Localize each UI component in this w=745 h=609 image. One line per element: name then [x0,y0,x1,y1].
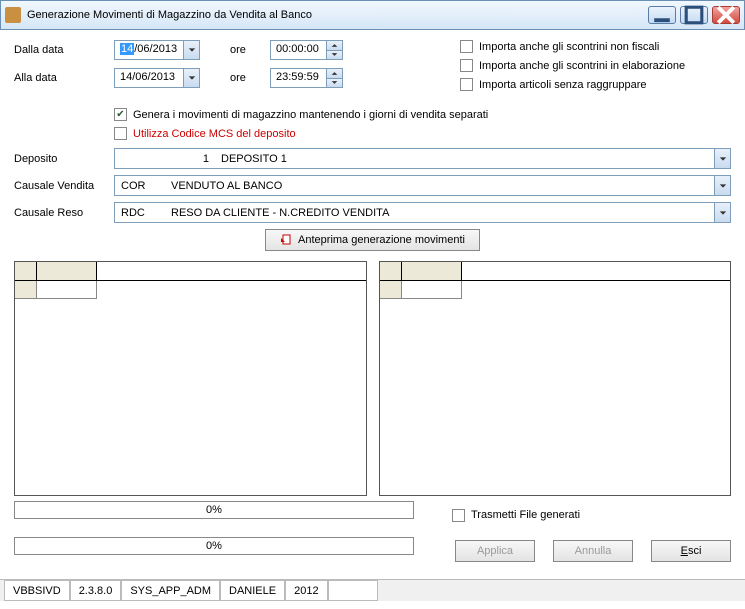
grid-left[interactable] [14,261,367,496]
from-time-label: ore [230,44,270,56]
to-date-label: Alla data [14,72,114,84]
window-title: Generazione Movimenti di Magazzino da Ve… [27,9,648,21]
chevron-down-icon[interactable] [714,149,730,168]
status-cell: VBBSIVD [4,580,70,601]
progress-2: 0% [14,537,414,555]
document-icon [280,234,292,246]
causale-reso-combo[interactable]: RDC RESO DA CLIENTE - N.CREDITO VENDITA [114,202,731,223]
check-nonfiscal[interactable]: Importa anche gli scontrini non fiscali [460,40,685,53]
chevron-down-icon[interactable] [183,41,199,59]
maximize-button[interactable] [680,6,708,24]
spinner-up-icon[interactable] [327,41,342,51]
from-date-label: Dalla data [14,44,114,56]
check-trasmetti[interactable]: Trasmetti File generati [452,509,580,522]
causale-reso-label: Causale Reso [14,207,114,219]
chevron-down-icon[interactable] [714,203,730,222]
status-cell: DANIELE [220,580,285,601]
progress-1: 0% [14,501,414,519]
status-cell: 2.3.8.0 [70,580,122,601]
status-cell [328,580,378,601]
status-cell: SYS_APP_ADM [121,580,220,601]
app-icon [5,7,21,23]
esci-button[interactable]: Esci [651,540,731,562]
check-mcs[interactable]: Utilizza Codice MCS del deposito [114,127,731,140]
minimize-button[interactable] [648,6,676,24]
anteprima-button[interactable]: Anteprima generazione movimenti [265,229,480,251]
spinner-down-icon[interactable] [327,51,342,60]
titlebar: Generazione Movimenti di Magazzino da Ve… [0,0,745,30]
from-time-input[interactable]: 00:00:00 [270,40,343,60]
to-time-label: ore [230,72,270,84]
to-date-input[interactable]: 14/06/2013 [114,68,200,88]
check-elaborazione[interactable]: Importa anche gli scontrini in elaborazi… [460,59,685,72]
grid-right[interactable] [379,261,732,496]
applica-button[interactable]: Applica [455,540,535,562]
status-cell: 2012 [285,580,327,601]
spinner-up-icon[interactable] [327,69,342,79]
causale-vendita-combo[interactable]: COR VENDUTO AL BANCO [114,175,731,196]
annulla-button[interactable]: Annulla [553,540,633,562]
check-genera-separati[interactable]: Genera i movimenti di magazzino mantenen… [114,108,731,121]
close-button[interactable] [712,6,740,24]
statusbar: VBBSIVD 2.3.8.0 SYS_APP_ADM DANIELE 2012 [0,579,745,601]
window-buttons [648,6,740,24]
content-area: Dalla data 14/06/2013 ore 00:00:00 Alla … [0,30,745,579]
deposito-label: Deposito [14,153,114,165]
check-senzaraggruppare[interactable]: Importa articoli senza raggruppare [460,78,685,91]
to-time-input[interactable]: 23:59:59 [270,68,343,88]
from-date-input[interactable]: 14/06/2013 [114,40,200,60]
causale-vendita-label: Causale Vendita [14,180,114,192]
chevron-down-icon[interactable] [714,176,730,195]
spinner-down-icon[interactable] [327,79,342,88]
chevron-down-icon[interactable] [183,69,199,87]
deposito-combo[interactable]: 1 DEPOSITO 1 [114,148,731,169]
